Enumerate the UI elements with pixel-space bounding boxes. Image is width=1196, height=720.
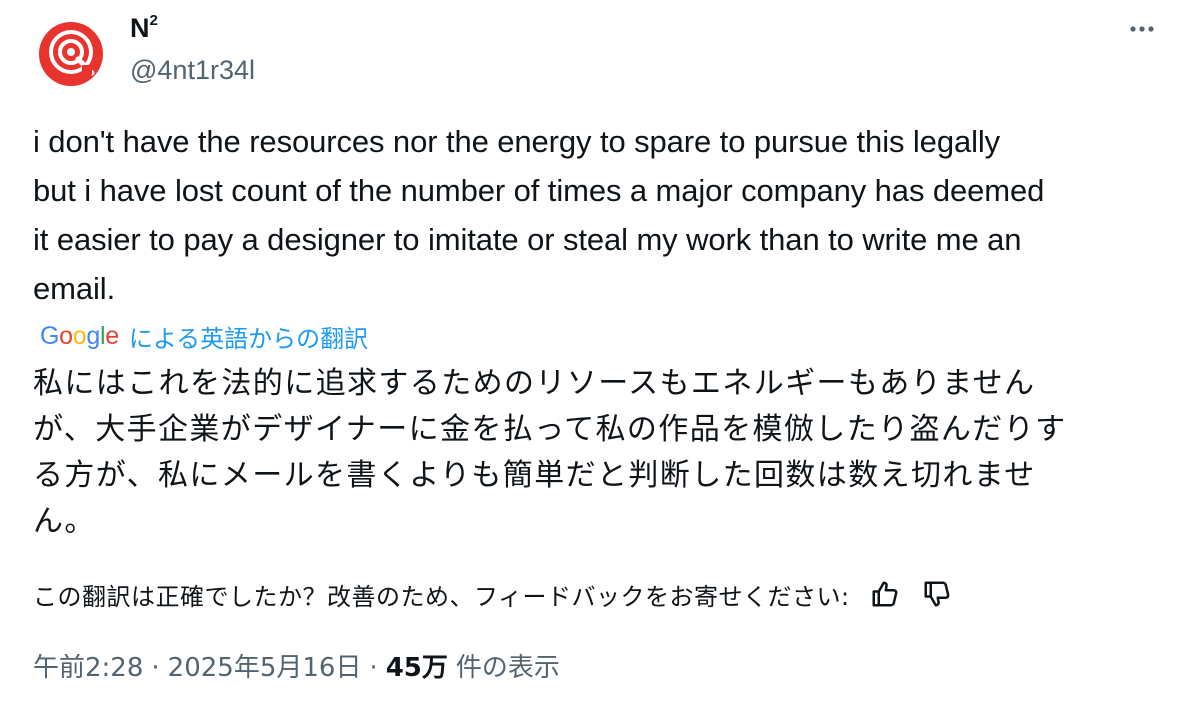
translated-text-line: 私にはこれを法的に追求するためのリソースもエネルギーもありません <box>33 366 1036 401</box>
google-letter: o <box>59 321 73 350</box>
tweet-text-line: but i have lost count of the number of t… <box>33 173 1045 208</box>
separator-dot: · <box>369 653 378 683</box>
tweet-text-line: i don't have the resources nor the energ… <box>33 124 1001 159</box>
more-dots-icon <box>1130 26 1154 32</box>
thumbs-up-button[interactable] <box>868 577 902 611</box>
translated-text-line: る方が、私にメールを書くよりも簡単だと判断した回数は数え切れませ <box>33 458 1036 493</box>
translation-label: による英語からの翻訳 <box>128 324 369 353</box>
tweet-text-line: email. <box>33 271 116 306</box>
translation-feedback: この翻訳は正確でしたか？改善のため、フィードバックをお寄せください: <box>33 574 954 614</box>
display-name-text: N <box>130 13 150 43</box>
translated-text: 私にはこれを法的に追求するためのリソースもエネルギーもありません が、大手企業が… <box>33 361 1173 545</box>
views-link[interactable]: 45万 件の表示 <box>386 647 560 684</box>
avatar[interactable] <box>38 21 104 87</box>
thumbs-down-icon <box>924 581 950 607</box>
translated-text-line: ん。 <box>33 504 96 539</box>
separator-dot: · <box>151 653 160 683</box>
translation-attribution[interactable]: Google による英語からの翻訳 <box>40 318 368 354</box>
tweet-date[interactable]: 2025年5月16日 <box>168 647 362 684</box>
thumbs-up-icon <box>872 581 898 607</box>
google-letter: e <box>105 321 119 350</box>
views-count: 45万 <box>385 653 448 683</box>
thumbs-down-button[interactable] <box>920 577 954 611</box>
google-letter: G <box>40 321 60 350</box>
google-logo: Google <box>40 322 119 351</box>
target-logo-icon <box>39 22 103 86</box>
display-name[interactable]: N2 <box>130 12 158 44</box>
translated-text-line: が、大手企業がデザイナーに金を払って私の作品を模倣したり盗んだりす <box>33 412 1067 447</box>
tweet-text-line: it easier to pay a designer to imitate o… <box>33 222 1022 257</box>
google-letter: o <box>72 321 87 350</box>
tweet-text: i don't have the resources nor the energ… <box>33 117 1173 313</box>
tweet-time[interactable]: 午前2:28 <box>33 647 143 684</box>
display-name-superscript: 2 <box>149 12 158 29</box>
views-label: 件の表示 <box>455 653 560 683</box>
feedback-prompt: この翻訳は正確でしたか？改善のため、フィードバックをお寄せください: <box>33 582 850 611</box>
google-letter: g <box>86 321 100 350</box>
more-options-button[interactable] <box>1124 18 1160 40</box>
tweet-metadata: 午前2:28 · 2025年5月16日 · 45万 件の表示 <box>33 647 560 684</box>
user-handle[interactable]: @4nt1r34l <box>130 55 255 86</box>
